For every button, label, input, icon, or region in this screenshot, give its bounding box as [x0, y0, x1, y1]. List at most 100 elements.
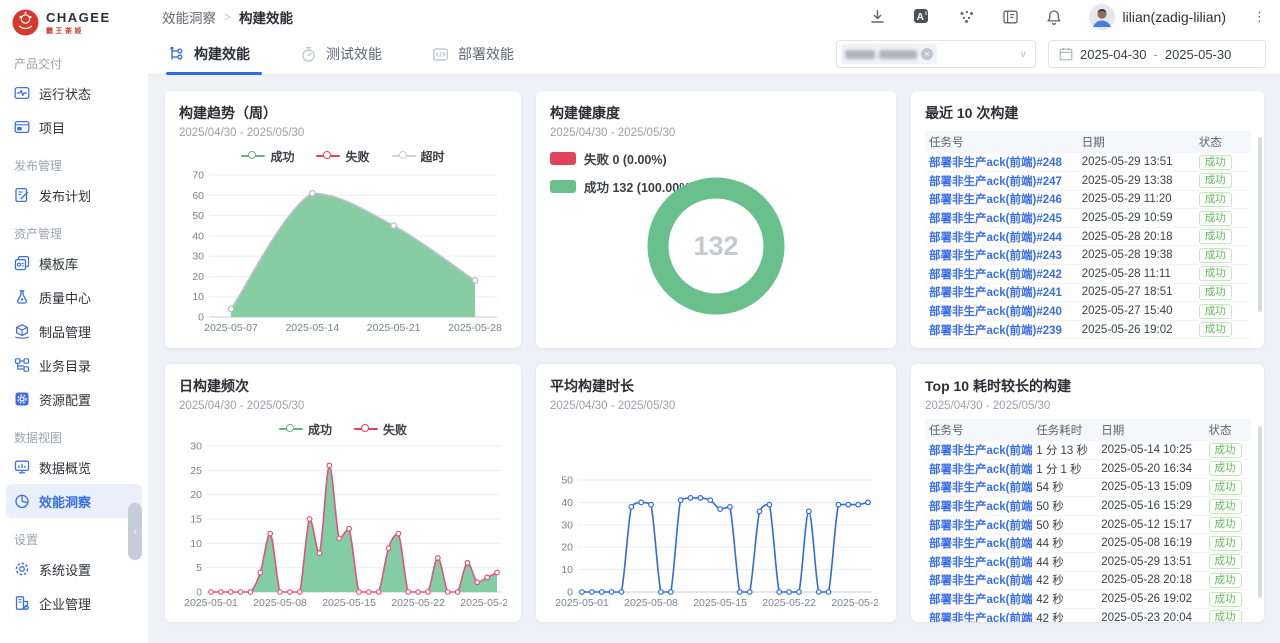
- sidebar-item-template-library[interactable]: 模板库: [0, 246, 148, 280]
- svg-text:A: A: [916, 12, 923, 23]
- task-link[interactable]: 部署非生产ack(前端...: [929, 538, 1032, 550]
- table-row: 部署非生产ack(前端...50 秒2025-05-16 15:29成功: [925, 497, 1250, 516]
- card-build-trend-weekly: 构建趋势（周） 2025/04/30 - 2025/05/30 成功失败超时 0…: [165, 91, 521, 348]
- translate-icon[interactable]: Ax: [913, 8, 931, 26]
- more-menu-icon[interactable]: ⋮: [1253, 12, 1266, 22]
- sidebar-item-data-overview[interactable]: 数据概览: [0, 450, 148, 484]
- svg-text:132: 132: [693, 231, 738, 261]
- legend-item[interactable]: 超时: [392, 148, 445, 165]
- task-link[interactable]: 部署非生产ack(前端)#239: [929, 325, 1062, 337]
- build-trend-legend: 成功 失败 超时: [179, 147, 507, 165]
- legend-label: 成功: [308, 421, 332, 438]
- bell-icon[interactable]: [1046, 9, 1062, 26]
- tag-close-icon[interactable]: ×: [921, 48, 933, 60]
- task-cell: 部署非生产ack(前端)#246: [925, 190, 1078, 209]
- chagee-logo[interactable]: CHAGEE 霸王茶姬: [0, 0, 148, 42]
- sidebar-item-efficiency-insight[interactable]: 效能洞察: [6, 484, 142, 518]
- avg-duration-chart[interactable]: 010203040502025-05-012025-05-082025-05-1…: [550, 438, 878, 610]
- svg-text:5: 5: [196, 562, 202, 574]
- tab-build-efficiency[interactable]: 构建效能: [168, 34, 262, 75]
- card-subtitle: 2025/04/30 - 2025/05/30: [179, 127, 507, 139]
- dashboard-icon: [14, 459, 30, 475]
- legend-item[interactable]: 成功: [241, 148, 294, 165]
- user-name: lilian(zadig-lilian): [1123, 9, 1226, 25]
- task-link[interactable]: 部署非生产ack(前端...: [929, 557, 1032, 569]
- task-link[interactable]: 部署非生产ack(前端...: [929, 613, 1032, 622]
- status-cell: 成功: [1205, 590, 1251, 609]
- table-row: 部署非生产ack(前端)#2442025-05-28 20:18成功: [925, 227, 1250, 246]
- tab-deploy-efficiency[interactable]: 部署效能: [432, 34, 526, 75]
- status-cell: 成功: [1195, 227, 1250, 246]
- sidebar-item-system-settings[interactable]: 系统设置: [0, 552, 148, 586]
- task-link[interactable]: 部署非生产ack(前端)#247: [929, 176, 1062, 188]
- svg-text:x: x: [924, 11, 927, 17]
- legend-item[interactable]: 成功: [279, 421, 332, 438]
- task-link[interactable]: 部署非生产ack(前端)#241: [929, 287, 1062, 299]
- monitor-wave-icon: [14, 85, 30, 101]
- sidebar-collapse-handle[interactable]: ‹: [128, 503, 142, 560]
- task-link[interactable]: 部署非生产ack(前端...: [929, 594, 1032, 606]
- legend-item[interactable]: 失败: [354, 421, 407, 438]
- sidebar-item-quality-center[interactable]: 质量中心: [0, 280, 148, 314]
- task-cell: 部署非生产ack(前端)#247: [925, 172, 1078, 191]
- tabbar: 构建效能 测试效能 部署效能 × ∨: [148, 34, 1280, 75]
- flask-icon: [14, 289, 30, 305]
- table-header-row: 任务号日期状态: [925, 131, 1250, 153]
- sidebar-item-business-catalog[interactable]: 业务目录: [0, 348, 148, 382]
- download-icon[interactable]: [869, 9, 886, 25]
- date-range-picker[interactable]: 2025-04-30 - 2025-05-30: [1048, 40, 1266, 68]
- sidebar-item-resource-config[interactable]: 资源配置: [0, 382, 148, 416]
- table-scrollbar[interactable]: [1258, 426, 1262, 598]
- top-slow-builds-table: 任务号任务耗时日期状态部署非生产ack(前端...1 分 13 秒2025-05…: [925, 419, 1250, 622]
- dots-cluster-icon[interactable]: [958, 9, 975, 25]
- user-chip[interactable]: lilian(zadig-lilian): [1089, 4, 1226, 30]
- sidebar-item-run-status[interactable]: 运行状态: [0, 76, 148, 110]
- svg-text:30: 30: [190, 441, 202, 453]
- task-cell: 部署非生产ack(前端...: [925, 534, 1032, 553]
- status-badge: 成功: [1209, 443, 1242, 458]
- status-badge: 成功: [1209, 499, 1242, 514]
- build-trend-chart[interactable]: 0102030405060702025-05-072025-05-142025-…: [179, 165, 507, 335]
- project-select[interactable]: × ∨: [836, 40, 1036, 68]
- build-health-donut-chart[interactable]: 132: [551, 153, 881, 343]
- task-link[interactable]: 部署非生产ack(前端)#240: [929, 306, 1062, 318]
- task-link[interactable]: 部署非生产ack(前端...: [929, 445, 1032, 457]
- card-recent-builds: 最近 10 次构建 任务号日期状态部署非生产ack(前端)#2482025-05…: [911, 91, 1264, 348]
- template-icon: [14, 255, 30, 271]
- task-link[interactable]: 部署非生产ack(前端)#245: [929, 213, 1062, 225]
- project-icon: [14, 119, 30, 135]
- sidebar-item-enterprise-management[interactable]: 企业管理: [0, 586, 148, 620]
- task-link[interactable]: 部署非生产ack(前端)#244: [929, 232, 1062, 244]
- redacted-text: [845, 50, 875, 59]
- sidebar-item-release-plan[interactable]: 发布计划: [0, 178, 148, 212]
- sidebar-section-data-views: 数据视图: [14, 429, 148, 446]
- task-link[interactable]: 部署非生产ack(前端...: [929, 482, 1032, 494]
- breadcrumb-root[interactable]: 效能洞察: [162, 7, 216, 27]
- svg-text:25: 25: [190, 465, 202, 477]
- task-link[interactable]: 部署非生产ack(前端)#248: [929, 157, 1062, 169]
- table-row: 部署非生产ack(前端)#2422025-05-28 11:11成功: [925, 265, 1250, 284]
- task-cell: 部署非生产ack(前端...: [925, 553, 1032, 572]
- task-link[interactable]: 部署非生产ack(前端)#246: [929, 194, 1062, 206]
- task-link[interactable]: 部署非生产ack(前端...: [929, 464, 1032, 476]
- task-link[interactable]: 部署非生产ack(前端)#242: [929, 269, 1062, 281]
- task-link[interactable]: 部署非生产ack(前端...: [929, 520, 1032, 532]
- date-cell: 2025-05-26 19:02: [1078, 320, 1195, 339]
- sidebar-item-projects[interactable]: 项目: [0, 110, 148, 144]
- table-scrollbar[interactable]: [1258, 137, 1262, 312]
- status-badge: 成功: [1209, 610, 1242, 622]
- duration-cell: 50 秒: [1032, 497, 1097, 516]
- gear-icon: [14, 561, 30, 577]
- status-cell: 成功: [1205, 497, 1251, 516]
- docs-icon[interactable]: [1002, 9, 1019, 25]
- task-link[interactable]: 部署非生产ack(前端...: [929, 501, 1032, 513]
- legend-item[interactable]: 失败: [316, 148, 369, 165]
- svg-text:2025-05-29: 2025-05-29: [831, 597, 878, 609]
- tab-test-efficiency[interactable]: 测试效能: [300, 34, 394, 75]
- task-link[interactable]: 部署非生产ack(前端...: [929, 575, 1032, 587]
- status-cell: 成功: [1195, 190, 1250, 209]
- daily-frequency-chart[interactable]: 0510152025302025-05-012025-05-082025-05-…: [179, 438, 507, 610]
- sidebar-item-artifact-management[interactable]: 制品管理: [0, 314, 148, 348]
- task-link[interactable]: 部署非生产ack(前端)#243: [929, 250, 1062, 262]
- svg-text:40: 40: [561, 497, 573, 509]
